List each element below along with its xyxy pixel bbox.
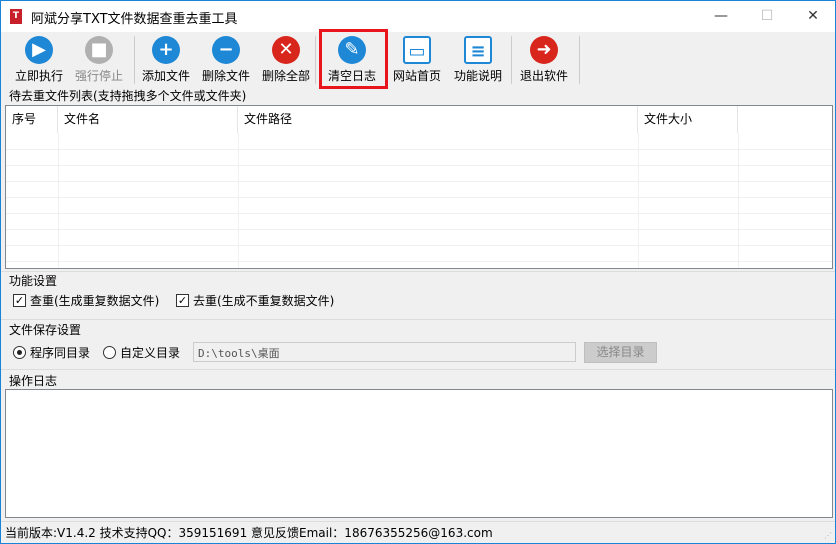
table-row-divider (6, 181, 832, 182)
brush-icon: ✎ (338, 36, 366, 64)
toolbar-button-label: 立即执行 (14, 69, 63, 83)
save-path-input[interactable]: D:\tools\桌面 (193, 342, 576, 362)
dedupe-check-option[interactable]: ✓ 查重(生成重复数据文件) (13, 292, 159, 309)
toolbar-button-stop[interactable]: ■ 强行停止 (68, 32, 130, 88)
radio-custom-dir[interactable]: 自定义目录 (103, 344, 180, 361)
exit-icon: ➜ (530, 36, 558, 64)
toolbar-button-label: 功能说明 (453, 69, 502, 83)
stop-icon: ■ (85, 36, 113, 64)
checkbox[interactable]: ✓ (176, 294, 189, 307)
minus-icon: − (212, 36, 240, 64)
column-header-filename[interactable]: 文件名 (58, 106, 238, 133)
toolbar-button-minus[interactable]: − 删除文件 (195, 32, 257, 88)
toolbar-button-brush[interactable]: ✎ 清空日志 (321, 32, 383, 88)
title-bar: T 阿斌分享TXT文件数据查重去重工具 — ☐ ✕ (1, 1, 835, 32)
toolbar-button-x[interactable]: ✕ 删除全部 (255, 32, 317, 88)
column-header-path[interactable]: 文件路径 (238, 106, 638, 133)
table-row-divider (6, 197, 832, 198)
toolbar-separator (511, 36, 512, 84)
save-settings-label: 文件保存设置 (9, 323, 82, 337)
log-textarea[interactable] (5, 389, 833, 518)
table-row-divider (6, 149, 832, 150)
plus-icon: + (152, 36, 180, 64)
toolbar: ▶ 立即执行 ■ 强行停止 + 添加文件 − 删除文件 ✕ 删除全部 ✎ 清空日志 ▭ 网站首页 ≡ 功能说明… (1, 32, 835, 88)
toolbar-button-monitor[interactable]: ▭ 网站首页 (386, 32, 448, 88)
log-label: 操作日志 (9, 374, 58, 388)
table-row-divider (6, 165, 832, 166)
table-row-divider (6, 213, 832, 214)
close-button[interactable]: ✕ (790, 1, 836, 32)
toolbar-button-label: 网站首页 (392, 69, 441, 83)
toolbar-button-run[interactable]: ▶ 立即执行 (8, 32, 70, 88)
status-bar-text: 当前版本:V1.4.2 技术支持QQ：359151691 意见反馈Email：1… (5, 526, 493, 540)
window-title: 阿斌分享TXT文件数据查重去重工具 (31, 12, 238, 27)
toolbar-button-label: 强行停止 (74, 69, 123, 83)
app-icon: T (10, 9, 22, 24)
radio-program-dir[interactable]: 程序同目录 (13, 344, 90, 361)
document-icon: ≡ (464, 36, 492, 64)
minimize-button[interactable]: — (698, 1, 744, 32)
toolbar-button-label: 退出软件 (519, 69, 568, 83)
run-icon: ▶ (25, 36, 53, 64)
file-list-table[interactable]: 序号 文件名 文件路径 文件大小 (5, 105, 833, 269)
checkbox-label: 去重(生成不重复数据文件) (193, 294, 335, 308)
radio-button[interactable] (103, 346, 116, 359)
radio-label: 程序同目录 (30, 346, 91, 360)
toolbar-button-label: 清空日志 (327, 69, 376, 83)
column-header-index[interactable]: 序号 (6, 106, 58, 133)
table-row-divider (6, 245, 832, 246)
table-row-divider (6, 229, 832, 230)
radio-label: 自定义目录 (120, 346, 181, 360)
resize-grip[interactable]: ⋰ (824, 531, 832, 540)
file-list-label: 待去重文件列表(支持拖拽多个文件或文件夹) (9, 89, 247, 103)
checkbox-label: 查重(生成重复数据文件) (30, 294, 160, 308)
checkbox[interactable]: ✓ (13, 294, 26, 307)
column-header-size[interactable]: 文件大小 (638, 106, 738, 133)
monitor-icon: ▭ (403, 36, 431, 64)
toolbar-button-label: 添加文件 (141, 69, 190, 83)
choose-directory-button[interactable]: 选择目录 (584, 342, 657, 363)
radio-button[interactable] (13, 346, 26, 359)
maximize-button[interactable]: ☐ (744, 1, 790, 32)
toolbar-button-exit[interactable]: ➜ 退出软件 (513, 32, 575, 88)
x-icon: ✕ (272, 36, 300, 64)
toolbar-button-label: 删除文件 (201, 69, 250, 83)
toolbar-button-plus[interactable]: + 添加文件 (135, 32, 197, 88)
toolbar-separator (579, 36, 580, 84)
dedupe-remove-option[interactable]: ✓ 去重(生成不重复数据文件) (176, 292, 334, 309)
toolbar-button-label: 删除全部 (261, 69, 310, 83)
table-row-divider (6, 261, 832, 262)
toolbar-button-document[interactable]: ≡ 功能说明 (447, 32, 509, 88)
features-label: 功能设置 (9, 274, 58, 288)
